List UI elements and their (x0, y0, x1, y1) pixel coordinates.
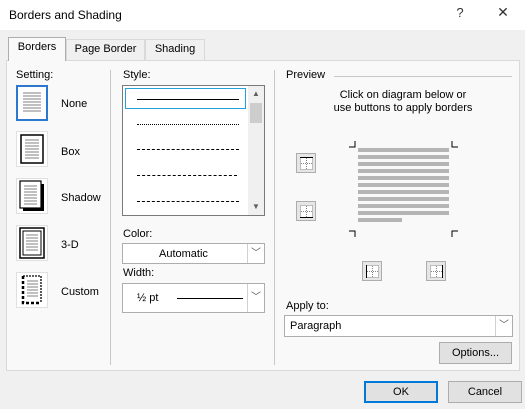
scroll-down-icon[interactable]: ▼ (248, 199, 264, 215)
right-border-button[interactable] (426, 261, 446, 281)
tab-borders-label: Borders (17, 41, 57, 53)
preview-instruction-2: use buttons to apply borders (333, 102, 473, 114)
setting-3d-label[interactable]: 3-D (61, 239, 79, 251)
style-long-dash-line[interactable] (137, 175, 237, 176)
color-dropdown[interactable]: Automatic ﹀ (122, 243, 265, 264)
top-border-button[interactable] (296, 153, 316, 173)
ok-button[interactable]: OK (364, 381, 438, 403)
style-solid-line[interactable] (137, 99, 239, 100)
setting-box-label[interactable]: Box (61, 146, 80, 158)
color-value: Automatic (159, 248, 208, 260)
tab-page-border[interactable]: Page Border (66, 39, 145, 60)
preview-heading-rule (334, 76, 512, 77)
tab-borders[interactable]: Borders (8, 37, 66, 61)
setting-shadow-icon[interactable] (16, 178, 48, 214)
chevron-down-icon[interactable]: ﹀ (247, 284, 264, 312)
style-dash-dot-line[interactable] (137, 201, 239, 202)
separator-2 (274, 70, 275, 365)
setting-3d-icon[interactable] (16, 225, 48, 261)
tab-shading-label: Shading (154, 43, 196, 55)
separator-1 (110, 70, 111, 365)
right-border-icon (430, 265, 443, 278)
setting-custom-icon[interactable] (16, 272, 48, 308)
setting-box-icon[interactable] (16, 131, 48, 167)
preview-diagram[interactable] (346, 136, 461, 242)
width-value: ½ pt (137, 292, 159, 304)
style-dashed-line[interactable] (137, 149, 239, 150)
scroll-thumb[interactable] (250, 103, 262, 123)
preview-instruction-1: Click on diagram below or (339, 89, 467, 101)
setting-custom-label[interactable]: Custom (61, 286, 99, 298)
scroll-up-icon[interactable]: ▲ (248, 86, 264, 102)
bottom-border-button[interactable] (296, 201, 316, 221)
chevron-down-icon[interactable]: ﹀ (247, 244, 264, 263)
top-border-icon (300, 157, 313, 170)
width-heading: Width: (123, 267, 155, 279)
style-scrollbar[interactable]: ▲ ▼ (248, 86, 264, 215)
setting-shadow-label[interactable]: Shadow (61, 192, 101, 204)
left-border-button[interactable] (362, 261, 382, 281)
width-line-sample (177, 298, 243, 299)
close-button[interactable]: ✕ (494, 4, 512, 22)
tab-page-border-label: Page Border (74, 43, 137, 55)
apply-to-value: Paragraph (290, 320, 342, 332)
setting-none-label[interactable]: None (61, 98, 87, 110)
dialog-title: Borders and Shading (9, 8, 122, 22)
preview-heading: Preview (286, 69, 326, 81)
width-dropdown[interactable]: ½ pt ﹀ (122, 283, 265, 313)
setting-heading: Setting: (16, 69, 54, 81)
title-bar: Borders and Shading ? ✕ (0, 0, 525, 30)
chevron-down-icon[interactable]: ﹀ (495, 316, 512, 336)
apply-to-heading: Apply to: (286, 300, 329, 312)
color-heading: Color: (123, 228, 153, 240)
left-border-icon (366, 265, 379, 278)
style-dotted-line[interactable] (137, 124, 239, 125)
setting-none-icon[interactable] (16, 85, 48, 121)
tab-shading[interactable]: Shading (145, 39, 205, 60)
help-button[interactable]: ? (452, 5, 468, 23)
bottom-border-icon (300, 205, 313, 218)
cancel-button[interactable]: Cancel (448, 381, 522, 403)
style-listbox[interactable]: ▲ ▼ (122, 85, 265, 216)
style-heading: Style: (123, 69, 151, 81)
apply-to-dropdown[interactable]: Paragraph ﹀ (284, 315, 513, 337)
options-button[interactable]: Options... (439, 342, 512, 364)
